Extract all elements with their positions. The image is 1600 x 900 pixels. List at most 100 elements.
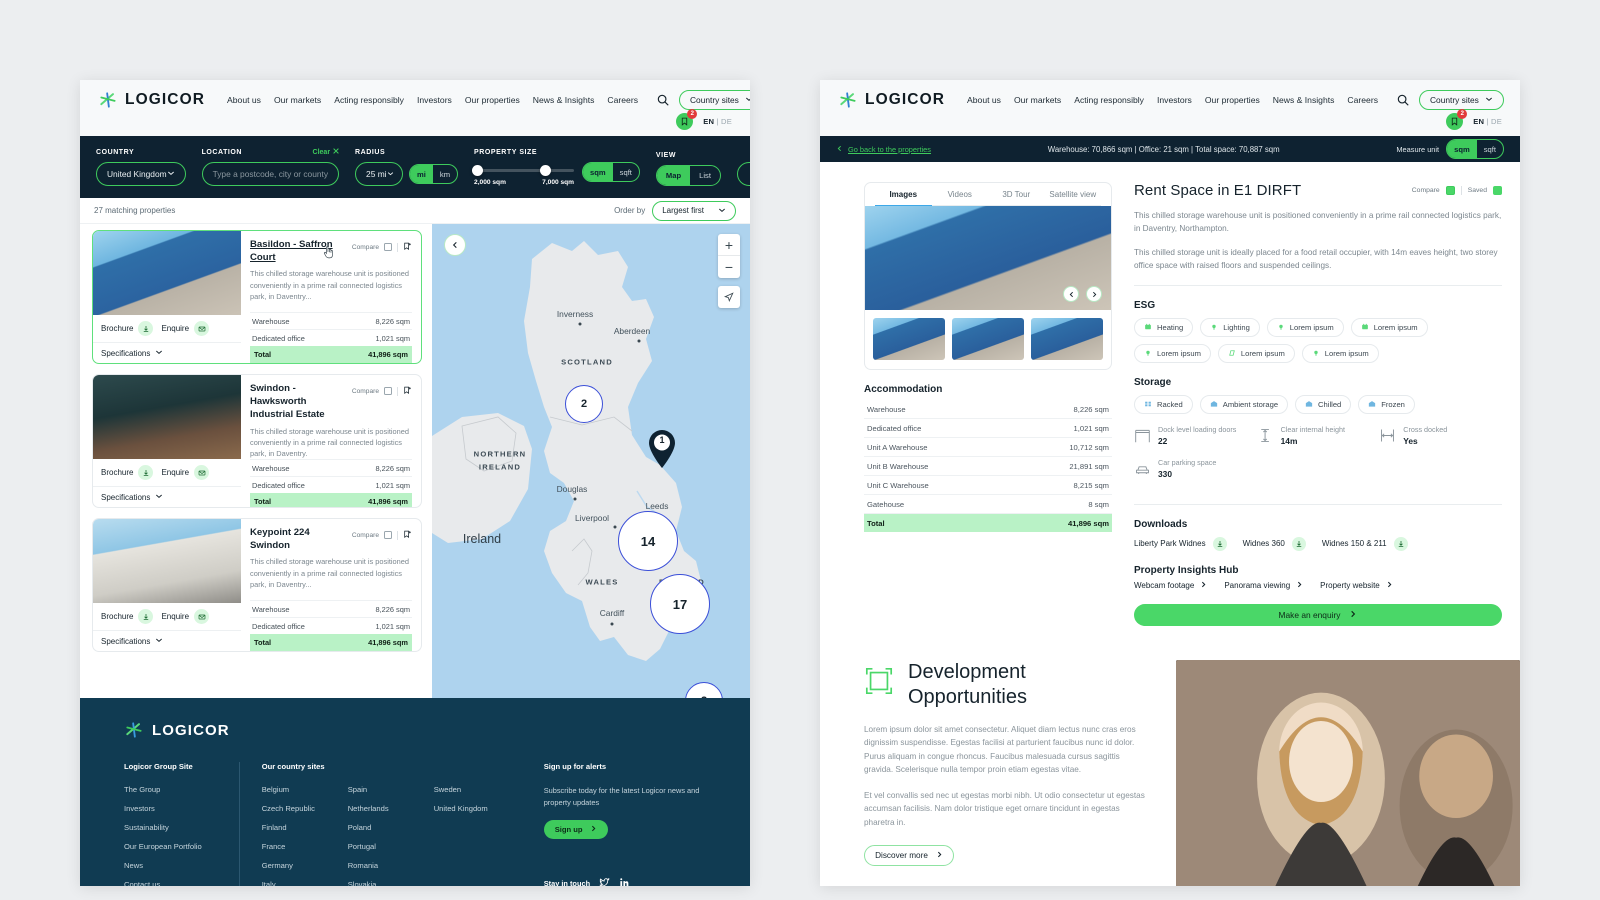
map-cluster-marker[interactable]: 2	[565, 385, 603, 423]
footer-country-netherlands[interactable]: Netherlands	[348, 804, 434, 813]
gallery-next-button[interactable]	[1086, 286, 1102, 302]
footer-country-slovakia[interactable]: Slovakia	[348, 880, 434, 886]
country-sites-dropdown[interactable]: Country sites	[1419, 90, 1504, 110]
discover-more-button[interactable]: Discover more	[864, 844, 954, 866]
language-switcher[interactable]: EN | DE	[703, 117, 732, 126]
compare-checkbox[interactable]	[384, 243, 392, 251]
footer-country-romania[interactable]: Romania	[348, 861, 434, 870]
linkedin-icon[interactable]	[619, 877, 630, 886]
footer-link-sustainability[interactable]: Sustainability	[124, 823, 225, 832]
map-cluster-marker[interactable]: 14	[618, 511, 678, 571]
property-card[interactable]: Brochure Enquire	[92, 374, 422, 508]
map-zoom-out-button[interactable]: −	[718, 256, 740, 278]
radius-unit-toggle[interactable]: mi km	[409, 164, 459, 184]
view-toggle-list[interactable]: List	[690, 166, 720, 185]
gallery-thumbnail[interactable]	[952, 318, 1024, 360]
nav-item-our-properties[interactable]: Our properties	[1205, 95, 1260, 105]
footer-country-portugal[interactable]: Portugal	[348, 842, 434, 851]
measure-unit-sqm[interactable]: sqm	[1447, 140, 1477, 158]
map-zoom-in-button[interactable]: +	[718, 234, 740, 256]
map-locate-button[interactable]	[718, 286, 740, 308]
measure-unit-toggle[interactable]: sqm sqft	[1446, 139, 1504, 159]
view-toggle[interactable]: Map List	[655, 165, 721, 186]
language-switcher[interactable]: EN | DE	[1473, 117, 1502, 126]
footer-link-the-group[interactable]: The Group	[124, 785, 225, 794]
nav-item-investors[interactable]: Investors	[417, 95, 452, 105]
footer-link-news[interactable]: News	[124, 861, 225, 870]
map-collapse-button[interactable]	[444, 234, 466, 256]
radius-unit-km[interactable]: km	[433, 165, 457, 183]
gallery-tab-satellite-view[interactable]: Satellite view	[1044, 190, 1101, 206]
footer-country-sweden[interactable]: Sweden	[434, 785, 520, 794]
property-card-title[interactable]: Basildon - Saffron Court	[250, 238, 346, 264]
footer-link-portfolio[interactable]: Our European Portfolio	[124, 842, 225, 851]
hub-link-panorama-viewing[interactable]: Panorama viewing	[1224, 581, 1303, 590]
country-sites-dropdown[interactable]: Country sites	[679, 90, 750, 110]
specifications-toggle[interactable]: Specifications	[93, 631, 241, 651]
gallery-tab-3d-tour[interactable]: 3D Tour	[988, 190, 1045, 206]
area-unit-toggle[interactable]: sqm sqft	[582, 162, 640, 182]
footer-country-italy[interactable]: Italy	[262, 880, 348, 886]
esg-tag-3[interactable]: Lorem ipsum	[1266, 318, 1344, 338]
map-view[interactable]: + − Inverness Aberdeen SCOTLAND NORTHERN…	[432, 224, 750, 698]
footer-country-united-kingdom[interactable]: United Kingdom	[434, 804, 520, 813]
footer-country-france[interactable]: France	[262, 842, 348, 851]
esg-tag-5[interactable]: Lorem ipsum	[1134, 344, 1211, 364]
radius-select[interactable]: 25 mi	[355, 162, 404, 186]
saved-properties-button[interactable]: 2	[676, 109, 698, 130]
property-photo[interactable]	[93, 519, 241, 603]
slider-knob-min[interactable]	[472, 164, 484, 176]
specifications-toggle[interactable]: Specifications	[93, 487, 241, 507]
gallery-thumbnail[interactable]	[873, 318, 945, 360]
esg-tag-lighting[interactable]: Lighting	[1200, 318, 1260, 338]
country-select[interactable]: United Kingdom	[96, 162, 186, 186]
esg-tag-6[interactable]: Lorem ipsum	[1217, 344, 1295, 364]
specifications-toggle[interactable]: Specifications	[93, 343, 241, 363]
enquire-button[interactable]: Enquire	[161, 465, 210, 480]
nav-item-news-insights[interactable]: News & Insights	[1273, 95, 1335, 105]
storage-tag-frozen[interactable]: Frozen	[1358, 395, 1415, 415]
slider-knob-max[interactable]	[540, 164, 552, 176]
search-icon[interactable]	[1396, 92, 1410, 108]
download-widnes-150-211[interactable]: Widnes 150 & 211	[1322, 536, 1408, 551]
esg-tag-heating[interactable]: Heating	[1134, 318, 1194, 338]
nav-item-careers[interactable]: Careers	[1347, 95, 1378, 105]
signup-button[interactable]: Sign up	[543, 819, 608, 839]
radius-unit-mi[interactable]: mi	[410, 165, 433, 183]
nav-item-acting-responsibly[interactable]: Acting responsibly	[334, 95, 404, 105]
gallery-thumbnail[interactable]	[1031, 318, 1103, 360]
area-unit-sqft[interactable]: sqft	[613, 163, 639, 181]
gallery-tab-videos[interactable]: Videos	[931, 190, 988, 206]
gallery-tab-images[interactable]: Images	[875, 190, 932, 206]
area-unit-sqm[interactable]: sqm	[583, 163, 613, 181]
enquire-button[interactable]: Enquire	[161, 321, 210, 336]
storage-tag-racked[interactable]: Racked	[1134, 395, 1193, 415]
gallery-prev-button[interactable]	[1063, 286, 1079, 302]
brochure-button[interactable]: Brochure	[101, 465, 154, 480]
map-cluster-marker[interactable]: 17	[650, 574, 710, 634]
save-bookmark-icon[interactable]	[403, 238, 412, 256]
back-to-properties-link[interactable]: Go back to the properties	[836, 145, 931, 154]
nav-item-our-properties[interactable]: Our properties	[465, 95, 520, 105]
footer-country-germany[interactable]: Germany	[262, 861, 348, 870]
hub-link-property-website[interactable]: Property website	[1320, 581, 1393, 590]
nav-item-about-us[interactable]: About us	[227, 95, 261, 105]
storage-tag-chilled[interactable]: Chilled	[1295, 395, 1352, 415]
save-bookmark-icon[interactable]	[403, 382, 412, 400]
footer-country-czech[interactable]: Czech Republic	[262, 804, 348, 813]
footer-logo[interactable]: LOGICOR	[124, 720, 706, 740]
saved-properties-button[interactable]: 2	[1446, 109, 1468, 130]
footer-country-belgium[interactable]: Belgium	[262, 785, 348, 794]
brochure-button[interactable]: Brochure	[101, 609, 154, 624]
saved-indicator[interactable]	[1493, 186, 1502, 195]
nav-item-acting-responsibly[interactable]: Acting responsibly	[1074, 95, 1144, 105]
map-selected-pin[interactable]: 1	[646, 429, 678, 469]
order-by-select[interactable]: Largest first	[652, 200, 736, 221]
nav-item-our-markets[interactable]: Our markets	[1014, 95, 1061, 105]
save-bookmark-icon[interactable]	[403, 526, 412, 544]
storage-tag-ambient[interactable]: Ambient storage	[1199, 395, 1289, 415]
make-an-enquiry-button[interactable]: Make an enquiry	[1134, 603, 1502, 626]
esg-tag-4[interactable]: Lorem ipsum	[1350, 318, 1428, 338]
footer-country-spain[interactable]: Spain	[348, 785, 434, 794]
esg-tag-7[interactable]: Lorem ipsum	[1301, 344, 1379, 364]
